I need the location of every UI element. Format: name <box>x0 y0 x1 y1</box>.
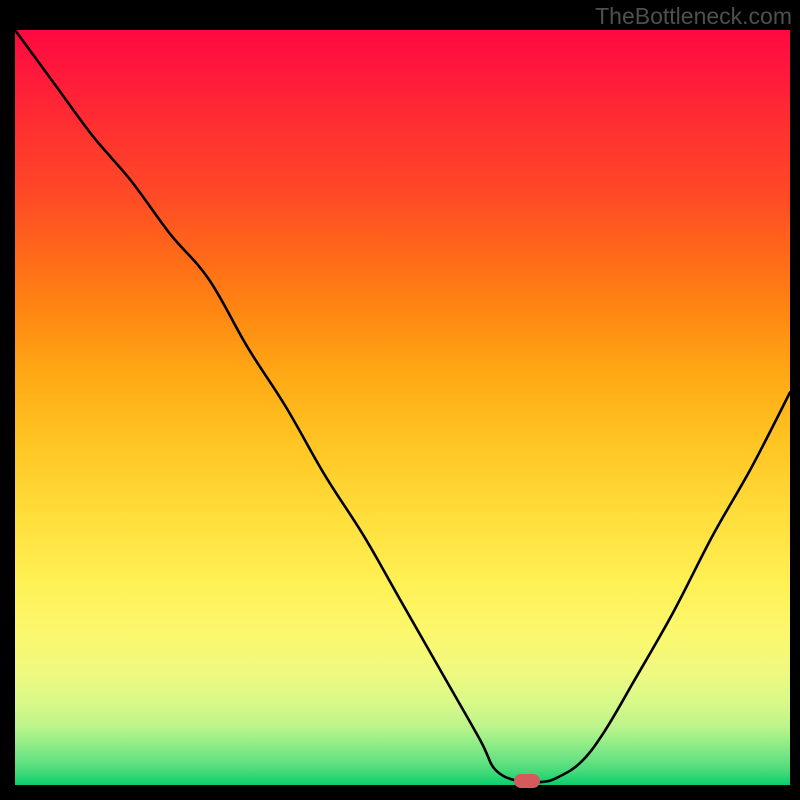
watermark-text: TheBottleneck.com <box>595 3 792 30</box>
chart-stage: TheBottleneck.com <box>0 0 800 800</box>
optimal-point-marker <box>514 774 540 788</box>
curve-svg <box>15 30 790 785</box>
plot-area <box>15 30 790 785</box>
bottleneck-curve-path <box>15 30 790 783</box>
